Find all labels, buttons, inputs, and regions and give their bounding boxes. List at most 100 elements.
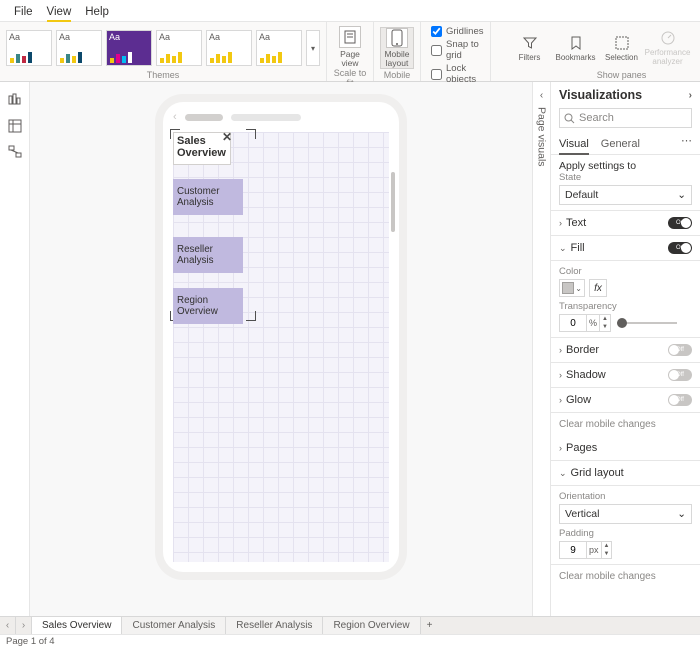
left-view-rail (0, 82, 30, 616)
resize-handle-tr[interactable] (246, 129, 256, 139)
page-tab-2[interactable]: Customer Analysis (122, 617, 226, 634)
theme-option-5[interactable]: Aa (206, 30, 252, 66)
theme-option-6[interactable]: Aa (256, 30, 302, 66)
menu-file[interactable]: File (14, 4, 33, 21)
section-glow[interactable]: ›Glow Off (551, 388, 700, 413)
subtab-visual[interactable]: Visual (559, 134, 589, 154)
page-tabs: ‹ › Sales Overview Customer Analysis Res… (0, 616, 700, 634)
visual-title-card[interactable]: ✕ Sales Overview (173, 132, 231, 165)
phone-scrollbar[interactable] (391, 172, 395, 232)
mobile-group-label: Mobile (384, 70, 411, 80)
selection-group[interactable]: ✕ Sales Overview Customer Analysis Resel… (173, 132, 253, 318)
menu-view[interactable]: View (47, 4, 72, 21)
title-card-text: Sales Overview (177, 135, 226, 159)
app-menu: File View Help (0, 0, 700, 22)
phone-back-icon: ‹ (173, 111, 177, 123)
clear-mobile-changes-1[interactable]: Clear mobile changes (551, 413, 700, 436)
visual-button-3[interactable]: Region Overview (173, 288, 243, 324)
phone-frame: ‹ ✕ Sales Overview Customer Analysis Res (163, 102, 399, 572)
clear-mobile-changes-2[interactable]: Clear mobile changes (551, 565, 700, 588)
section-fill-header[interactable]: ⌄Fill On (551, 236, 700, 261)
transparency-input[interactable] (559, 314, 587, 332)
phone-grid[interactable]: ✕ Sales Overview Customer Analysis Resel… (173, 132, 389, 562)
theme-option-1[interactable]: Aa (6, 30, 52, 66)
apply-settings-heading: Apply settings to (559, 160, 692, 172)
phone-title-placeholder (185, 114, 223, 121)
add-page-button[interactable]: + (421, 617, 439, 634)
resize-handle-br[interactable] (246, 311, 256, 321)
fill-fx-button[interactable]: fx (589, 279, 607, 297)
report-view-button[interactable] (5, 90, 25, 110)
mobile-canvas[interactable]: ‹ ✕ Sales Overview Customer Analysis Res (30, 82, 532, 616)
section-text[interactable]: ›Text On (551, 211, 700, 236)
data-view-button[interactable] (5, 116, 25, 136)
chevron-left-icon: ‹ (540, 90, 543, 101)
snap-to-grid-checkbox[interactable]: Snap to grid (431, 39, 484, 61)
theme-option-2[interactable]: Aa (56, 30, 102, 66)
section-grid-layout-header[interactable]: ⌄Grid layout (551, 461, 700, 486)
page-tab-4[interactable]: Region Overview (323, 617, 420, 634)
theme-option-4[interactable]: Aa (156, 30, 202, 66)
bookmarks-pane-button[interactable]: Bookmarks (555, 35, 597, 62)
chevron-down-icon: ⌄ (677, 508, 686, 520)
visualizations-pane: Visualizations › Search Visual General ⋯… (550, 82, 700, 616)
pane-expand-icon[interactable]: › (689, 90, 692, 101)
transparency-slider[interactable] (617, 322, 677, 324)
visual-button-1[interactable]: Customer Analysis (173, 179, 243, 215)
filters-pane-button[interactable]: Filters (509, 35, 551, 62)
performance-icon (660, 30, 676, 46)
perf-analyzer-button[interactable]: Performance analyzer (647, 30, 689, 66)
text-toggle[interactable]: On (668, 217, 692, 229)
mobile-icon (391, 29, 403, 47)
page-next-button[interactable]: › (16, 617, 32, 634)
padding-label: Padding (559, 528, 692, 539)
sync-slicers-button[interactable]: Sync slicers (693, 30, 700, 66)
page-tab-3[interactable]: Reseller Analysis (226, 617, 323, 634)
menu-help[interactable]: Help (85, 4, 109, 21)
fill-toggle[interactable]: On (668, 242, 692, 254)
filter-icon (522, 35, 538, 51)
shadow-toggle[interactable]: Off (668, 369, 692, 381)
themes-group-label: Themes (147, 70, 180, 80)
transparency-spinner[interactable]: ▲▼ (600, 314, 611, 332)
phone-subtitle-placeholder (231, 114, 301, 121)
theme-dropdown[interactable] (306, 30, 320, 66)
selection-icon (614, 35, 630, 51)
gridlines-checkbox[interactable]: Gridlines (431, 26, 484, 37)
page-icon (343, 30, 357, 44)
subtab-general[interactable]: General (601, 134, 640, 154)
mobile-layout-button[interactable]: Mobile layout (380, 27, 414, 69)
table-icon (8, 119, 22, 133)
section-border[interactable]: ›Border Off (551, 338, 700, 363)
visual-button-2[interactable]: Reseller Analysis (173, 237, 243, 273)
color-label: Color (559, 266, 692, 277)
search-icon (564, 113, 575, 124)
transparency-label: Transparency (559, 301, 692, 312)
subtab-more-icon[interactable]: ⋯ (681, 134, 692, 154)
fill-color-picker[interactable]: ⌄ (559, 279, 585, 297)
selection-pane-button[interactable]: Selection (601, 35, 643, 62)
bookmark-icon (568, 35, 584, 51)
orientation-dropdown[interactable]: Vertical⌄ (559, 504, 692, 524)
search-input[interactable]: Search (559, 108, 692, 128)
padding-input[interactable] (559, 541, 587, 559)
state-dropdown[interactable]: Default⌄ (559, 185, 692, 205)
page-view-button[interactable]: Page view (333, 26, 367, 68)
page-tab-1[interactable]: Sales Overview (32, 617, 122, 634)
show-panes-group-label: Show panes (597, 70, 647, 80)
report-icon (8, 93, 22, 107)
status-bar: Page 1 of 4 (0, 634, 700, 647)
glow-toggle[interactable]: Off (668, 394, 692, 406)
remove-visual-icon[interactable]: ✕ (222, 131, 232, 143)
border-toggle[interactable]: Off (668, 344, 692, 356)
theme-option-3[interactable]: Aa (106, 30, 152, 66)
page-prev-button[interactable]: ‹ (0, 617, 16, 634)
section-shadow[interactable]: ›Shadow Off (551, 363, 700, 388)
page-visuals-collapsed[interactable]: ‹ Page visuals (532, 82, 550, 616)
chevron-down-icon: ⌄ (677, 189, 686, 201)
theme-gallery[interactable]: Aa Aa Aa Aa Aa Aa (6, 30, 320, 66)
padding-spinner[interactable]: ▲▼ (602, 541, 613, 559)
orientation-label: Orientation (559, 491, 692, 502)
model-view-button[interactable] (5, 142, 25, 162)
section-pages[interactable]: ›Pages (551, 436, 700, 461)
